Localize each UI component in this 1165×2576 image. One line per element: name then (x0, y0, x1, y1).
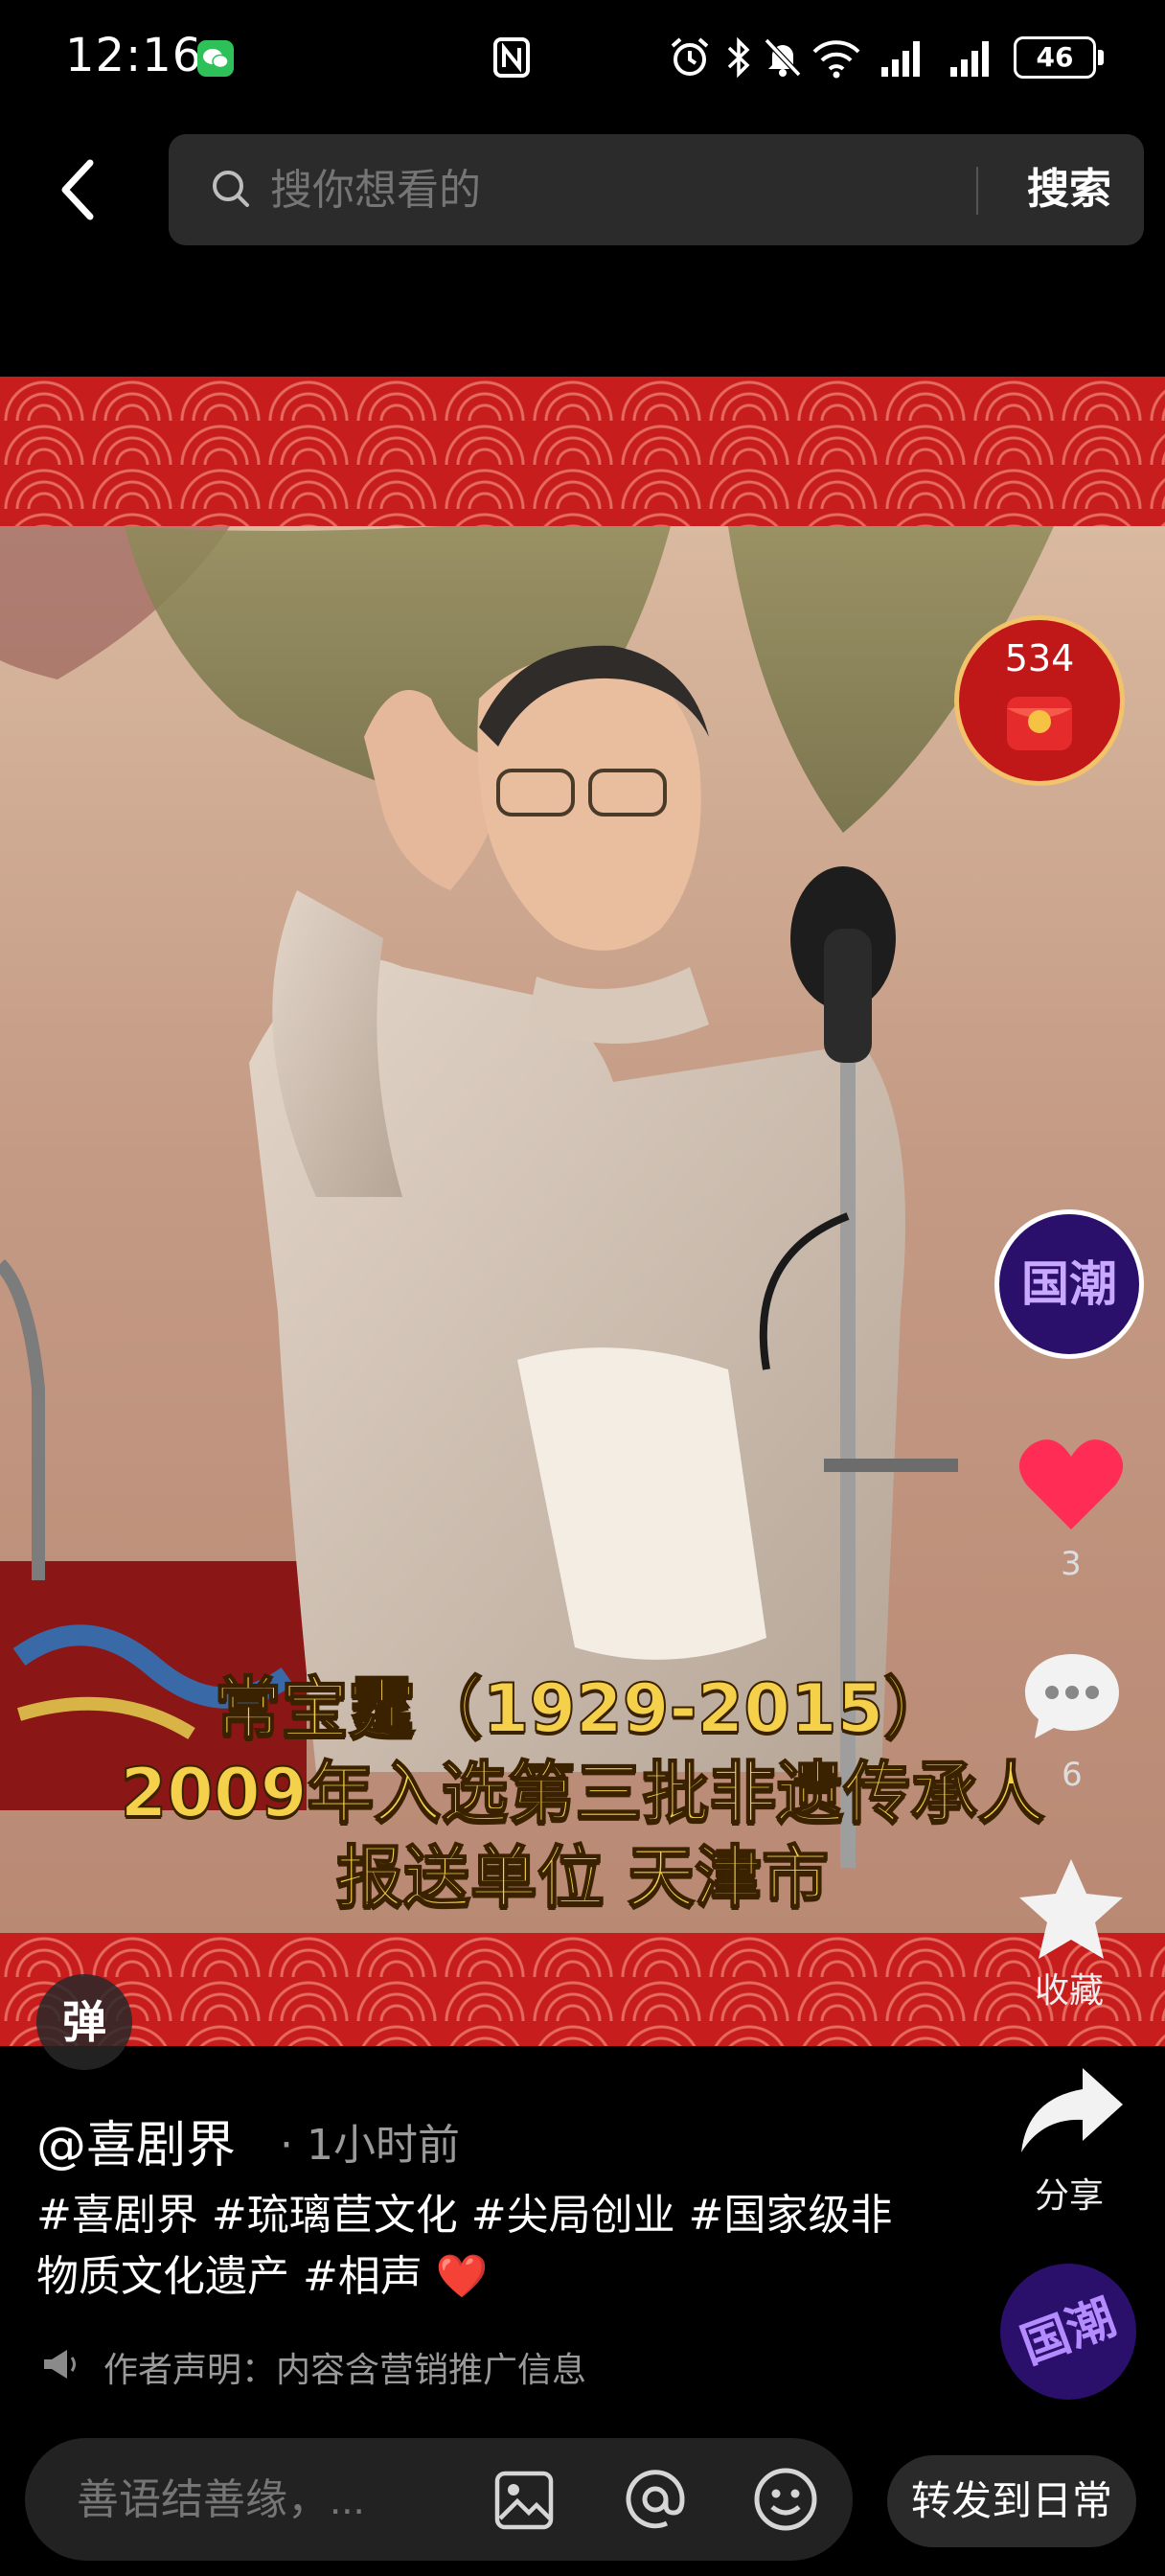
heart-icon (1018, 1439, 1124, 1530)
repost-to-daily-button[interactable]: 转发到日常 (887, 2455, 1136, 2547)
comment-button[interactable] (1019, 1648, 1125, 1744)
caption-line: 2009年入选第三批非遗传承人 (120, 1753, 1046, 1833)
battery-level: 46 (1036, 41, 1074, 73)
favorite-button[interactable] (1014, 1855, 1129, 1963)
comment-input[interactable] (75, 2438, 452, 2563)
back-button[interactable] (50, 153, 107, 226)
star-icon (1019, 1859, 1123, 1959)
image-icon[interactable] (492, 2469, 556, 2532)
caption-line: 报送单位 天津市 (335, 1837, 830, 1918)
like-count: 3 (1061, 1545, 1082, 1583)
emoji-icon[interactable] (751, 2465, 820, 2534)
post-description[interactable]: #喜剧界 #琉璃苣文化 #尖局创业 #国家级非物质文化遗产 #相声 ❤️ (36, 2185, 899, 2308)
search-bar[interactable]: 搜索 (169, 134, 1144, 247)
alarm-icon (669, 36, 711, 79)
decorative-wave-band-top (0, 377, 1165, 526)
search-button[interactable]: 搜索 (994, 134, 1144, 245)
mute-icon (763, 36, 803, 79)
wechat-icon (197, 40, 234, 77)
battery-indicator: 46 (1014, 36, 1096, 79)
guochao-badge[interactable]: 国潮 (994, 1209, 1144, 1359)
author-name[interactable]: @喜剧界 (36, 2104, 236, 2176)
guochao-label: 国潮 (1021, 1256, 1117, 1312)
share-arrow-icon (1021, 2068, 1123, 2152)
status-time: 12:16 (65, 29, 203, 82)
status-bar: 12:16 46 (0, 0, 1165, 115)
decorative-wave-band-bottom (0, 1933, 1165, 2046)
video-player[interactable]: 常宝霆（1929-2015） 2009年入选第三批非遗传承人 报送单位 天津市 (0, 377, 1165, 2046)
danmaku-toggle[interactable]: 弹 (36, 1974, 132, 2070)
bluetooth-icon (724, 36, 753, 79)
comment-count: 6 (1062, 1756, 1083, 1794)
author-disclaimer: 作者声明：内容含营销推广信息 (103, 2351, 587, 2390)
red-packet-count: 534 (1004, 637, 1075, 679)
signal-icon (948, 38, 996, 79)
search-input[interactable] (268, 134, 1115, 247)
signal-icon (879, 38, 927, 79)
wifi-icon (811, 34, 862, 79)
search-icon (209, 167, 253, 211)
search-divider (976, 167, 978, 215)
guochao-floating-label: 国潮 (1014, 2288, 1123, 2375)
share-button[interactable] (1014, 2060, 1129, 2160)
favorite-label: 收藏 (1034, 1971, 1104, 2011)
guochao-floating-badge[interactable]: 国潮 (1000, 2264, 1136, 2400)
post-time: · 1小时前 (280, 2121, 460, 2170)
share-label: 分享 (1034, 2176, 1104, 2216)
red-packet-button[interactable]: 534 (954, 615, 1125, 786)
megaphone-icon (40, 2344, 80, 2384)
comment-bar[interactable] (25, 2438, 853, 2563)
nfc-icon (492, 36, 531, 79)
video-caption-overlay: 常宝霆（1929-2015） 2009年入选第三批非遗传承人 报送单位 天津市 (0, 1667, 1165, 1920)
caption-line: 常宝霆（1929-2015） (214, 1668, 952, 1749)
like-button[interactable] (1016, 1436, 1127, 1535)
red-envelope-icon (1007, 697, 1072, 750)
battery-tip (1098, 50, 1104, 65)
at-mention-icon[interactable] (621, 2465, 690, 2534)
danmaku-label: 弹 (62, 1996, 106, 2048)
comment-bubble-icon (1025, 1654, 1119, 1738)
